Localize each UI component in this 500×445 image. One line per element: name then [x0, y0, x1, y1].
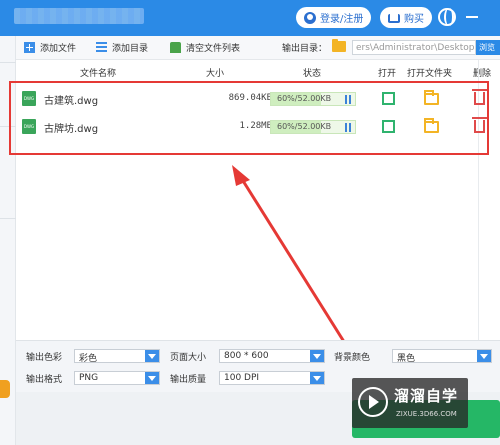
output-dir-label: 输出目录： — [282, 44, 328, 54]
watermark-title: 溜溜自学 — [394, 387, 459, 405]
output-quality-label: 输出质量 — [170, 375, 207, 385]
folder-icon[interactable] — [332, 39, 346, 52]
add-folder-label: 添加目录 — [112, 44, 149, 54]
title-bar: 登录/注册 购买 — [0, 0, 500, 36]
cart-icon — [388, 14, 400, 23]
header-open-folder: 打开文件夹 — [407, 69, 453, 79]
user-icon — [304, 11, 316, 24]
page-size-value: 800 * 600 — [224, 351, 269, 361]
sidebar-orange-icon[interactable] — [0, 380, 10, 398]
watermark-subtitle: ZIXUE.3D66.COM — [396, 410, 457, 418]
sidebar-divider — [0, 218, 16, 219]
clear-list-label: 清空文件列表 — [186, 44, 241, 54]
background-color-value: 黑色 — [397, 354, 416, 363]
header-delete: 删除 — [473, 69, 492, 79]
header-file-name: 文件名称 — [80, 69, 117, 79]
output-quality-select[interactable]: 100 DPI — [219, 371, 325, 385]
app-window: 登录/注册 购买 添加文件 添加目录 清空文件列表 输出目录： ers\Admi… — [0, 0, 500, 445]
minimize-icon[interactable] — [466, 16, 478, 18]
output-quality-value: 100 DPI — [224, 373, 260, 383]
page-size-select[interactable]: 800 * 600 — [219, 349, 325, 363]
buy-label: 购买 — [404, 14, 424, 25]
table-header: 文件名称 大小 状态 打开 打开文件夹 删除 — [16, 60, 500, 82]
globe-icon[interactable] — [438, 8, 456, 26]
chevron-down-icon — [310, 350, 324, 362]
header-size: 大小 — [206, 69, 225, 79]
buy-button[interactable]: 购买 — [380, 7, 432, 28]
play-logo-icon — [358, 387, 388, 417]
output-color-select[interactable]: 彩色 — [74, 349, 160, 363]
login-register-label: 登录/注册 — [320, 14, 364, 25]
highlight-box — [9, 81, 489, 155]
watermark: 溜溜自学 ZIXUE.3D66.COM — [352, 378, 468, 428]
background-color-select[interactable]: 黑色 — [392, 349, 492, 363]
add-folder-button[interactable]: 添加目录 — [96, 41, 148, 54]
clear-list-button[interactable]: 清空文件列表 — [170, 41, 240, 54]
browse-button[interactable]: 浏览 — [476, 40, 500, 55]
toolbar: 添加文件 添加目录 清空文件列表 输出目录： ers\Administrator… — [16, 36, 500, 60]
add-file-button[interactable]: 添加文件 — [24, 41, 76, 54]
output-format-select[interactable]: PNG — [74, 371, 160, 385]
add-file-icon — [24, 42, 35, 53]
header-open: 打开 — [378, 69, 397, 79]
output-dir-input[interactable]: ers\Administrator\Desktop — [352, 40, 476, 55]
background-color-label: 背景颜色 — [334, 353, 371, 363]
list-icon — [96, 42, 107, 53]
chevron-down-icon — [310, 372, 324, 384]
blurred-app-title — [14, 8, 144, 24]
broom-icon — [170, 42, 181, 53]
header-status: 状态 — [303, 69, 322, 79]
output-format-label: 输出格式 — [26, 375, 63, 385]
output-format-value: PNG — [79, 373, 99, 383]
add-file-label: 添加文件 — [40, 44, 77, 54]
login-register-button[interactable]: 登录/注册 — [296, 7, 372, 28]
output-color-label: 输出色彩 — [26, 353, 63, 363]
chevron-down-icon — [477, 350, 491, 362]
output-color-value: 彩色 — [79, 354, 98, 363]
sidebar-divider — [0, 62, 16, 63]
page-size-label: 页面大小 — [170, 353, 207, 363]
chevron-down-icon — [145, 350, 159, 362]
chevron-down-icon — [145, 372, 159, 384]
